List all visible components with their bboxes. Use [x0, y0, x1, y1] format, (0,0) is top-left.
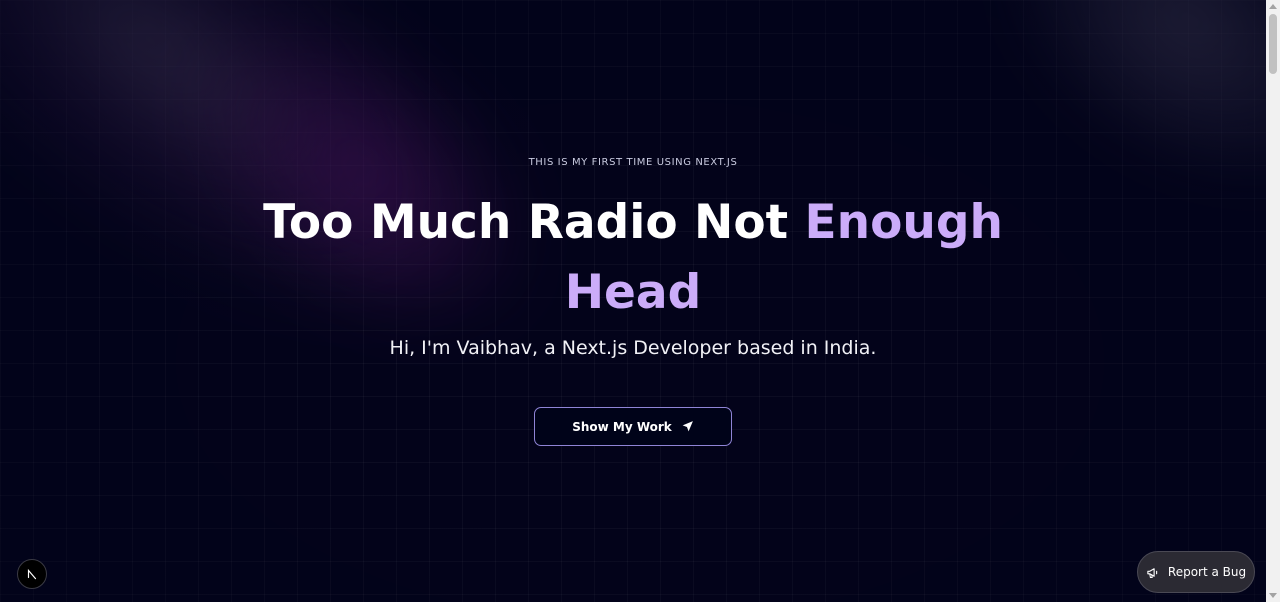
- megaphone-icon: [1147, 567, 1158, 578]
- portfolio-page: THIS IS MY FIRST TIME USING NEXT.JS Too …: [0, 0, 1280, 602]
- hero-section: THIS IS MY FIRST TIME USING NEXT.JS Too …: [0, 0, 1266, 602]
- scrollbar-thumb[interactable]: [1269, 14, 1277, 74]
- hero-headline: Too Much Radio Not Enough Head: [233, 188, 1033, 328]
- report-bug-label: Report a Bug: [1167, 565, 1247, 579]
- scroll-down-arrow-icon[interactable]: [1269, 593, 1277, 598]
- nextjs-dev-indicator[interactable]: [17, 559, 47, 589]
- headline-main: Too Much Radio Not: [263, 195, 805, 250]
- scroll-up-arrow-icon[interactable]: [1269, 4, 1277, 9]
- page-scrollbar[interactable]: [1266, 0, 1280, 602]
- navigation-arrow-icon: [682, 421, 693, 432]
- show-my-work-button[interactable]: Show My Work: [534, 407, 732, 446]
- hero-subtitle: Hi, I'm Vaibhav, a Next.js Developer bas…: [389, 337, 877, 359]
- hero-eyebrow: THIS IS MY FIRST TIME USING NEXT.JS: [528, 157, 738, 168]
- cta-label: Show My Work: [572, 419, 672, 434]
- nextjs-logo-icon: [27, 568, 37, 580]
- report-bug-button[interactable]: Report a Bug: [1137, 551, 1255, 593]
